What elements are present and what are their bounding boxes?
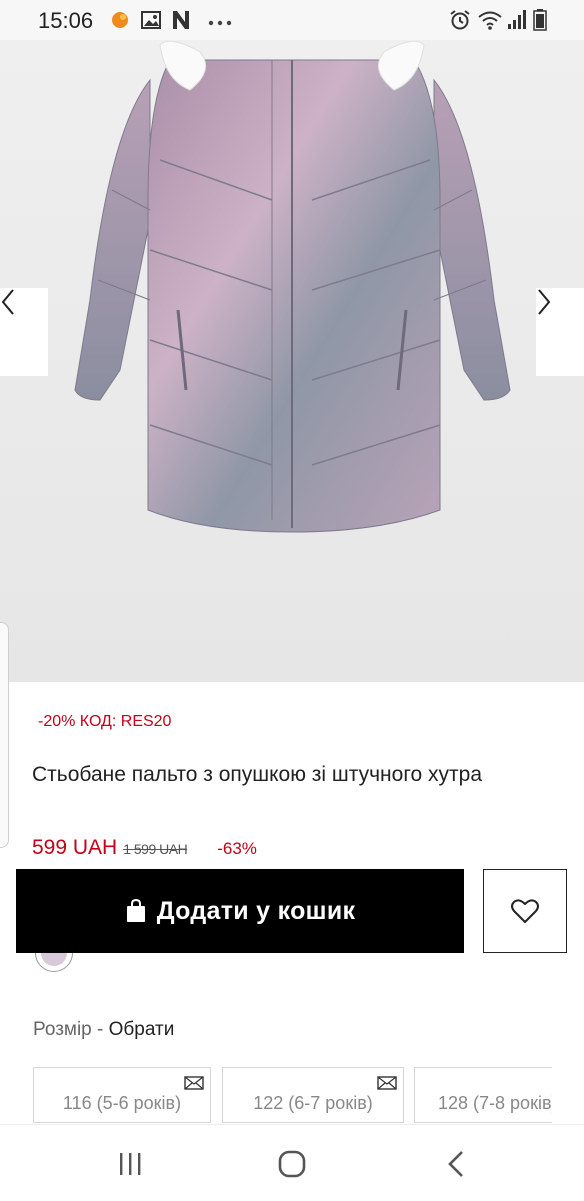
home-button[interactable] [262,1147,322,1181]
battery-icon [533,9,547,36]
size-selector-header[interactable]: Розмір - Обрати [33,1019,174,1041]
chevron-left-icon [1,289,14,315]
back-button[interactable] [426,1147,486,1181]
product-title: Стьобане пальто з опушкою зі штучного ху… [32,763,483,786]
shopping-bag-icon [125,899,147,923]
size-option-label: 128 (7-8 років) [438,1093,552,1113]
status-time: 15:06 [38,8,94,33]
recent-apps-icon [120,1153,141,1175]
size-option[interactable]: 122 (6-7 років) [222,1067,404,1123]
recent-apps-button[interactable] [100,1147,160,1181]
chevron-right-icon [538,289,551,315]
size-option-label: 116 (5-6 років) [62,1093,182,1113]
mail-icon [377,1074,397,1095]
size-label: Розмір - [33,1019,104,1040]
size-option-label: 122 (6-7 років) [253,1093,373,1113]
signal-icon [507,9,527,36]
size-choose[interactable]: Обрати [109,1019,175,1040]
current-price: 599 UAH [32,836,118,859]
wishlist-button[interactable] [483,869,567,953]
discount-badge: -63% [217,839,257,858]
back-icon [448,1151,463,1177]
size-option[interactable]: 128 (7-8 років) [414,1067,552,1123]
promo-code: -20% КОД: RES20 [38,713,172,730]
size-options: 116 (5-6 років) 122 (6-7 років) 128 (7-8… [0,1067,552,1123]
n-app-icon [170,9,192,36]
image-icon [140,9,162,36]
more-dots-icon [208,14,232,32]
side-panel-handle[interactable] [0,622,9,848]
system-nav-bar [0,1124,584,1201]
old-price: 1 599 UAH [123,841,188,857]
carousel-next-button[interactable] [536,288,584,376]
wifi-icon [477,9,503,36]
alarm-icon [449,9,471,36]
price-row: 599 UAH 1 599 UAH -63% [32,836,257,864]
mail-icon [184,1074,204,1095]
home-icon [278,1150,306,1178]
heart-icon [511,899,539,923]
size-option[interactable]: 116 (5-6 років) [33,1067,211,1123]
add-to-cart-label: Додати у кошик [156,896,356,925]
notification-dot-icon [110,9,130,34]
carousel-prev-button[interactable] [0,288,48,376]
coat-image [74,40,511,533]
product-image-carousel[interactable] [0,40,584,682]
status-bar: 15:06 [0,0,584,40]
add-to-cart-button[interactable]: Додати у кошик [16,869,464,953]
